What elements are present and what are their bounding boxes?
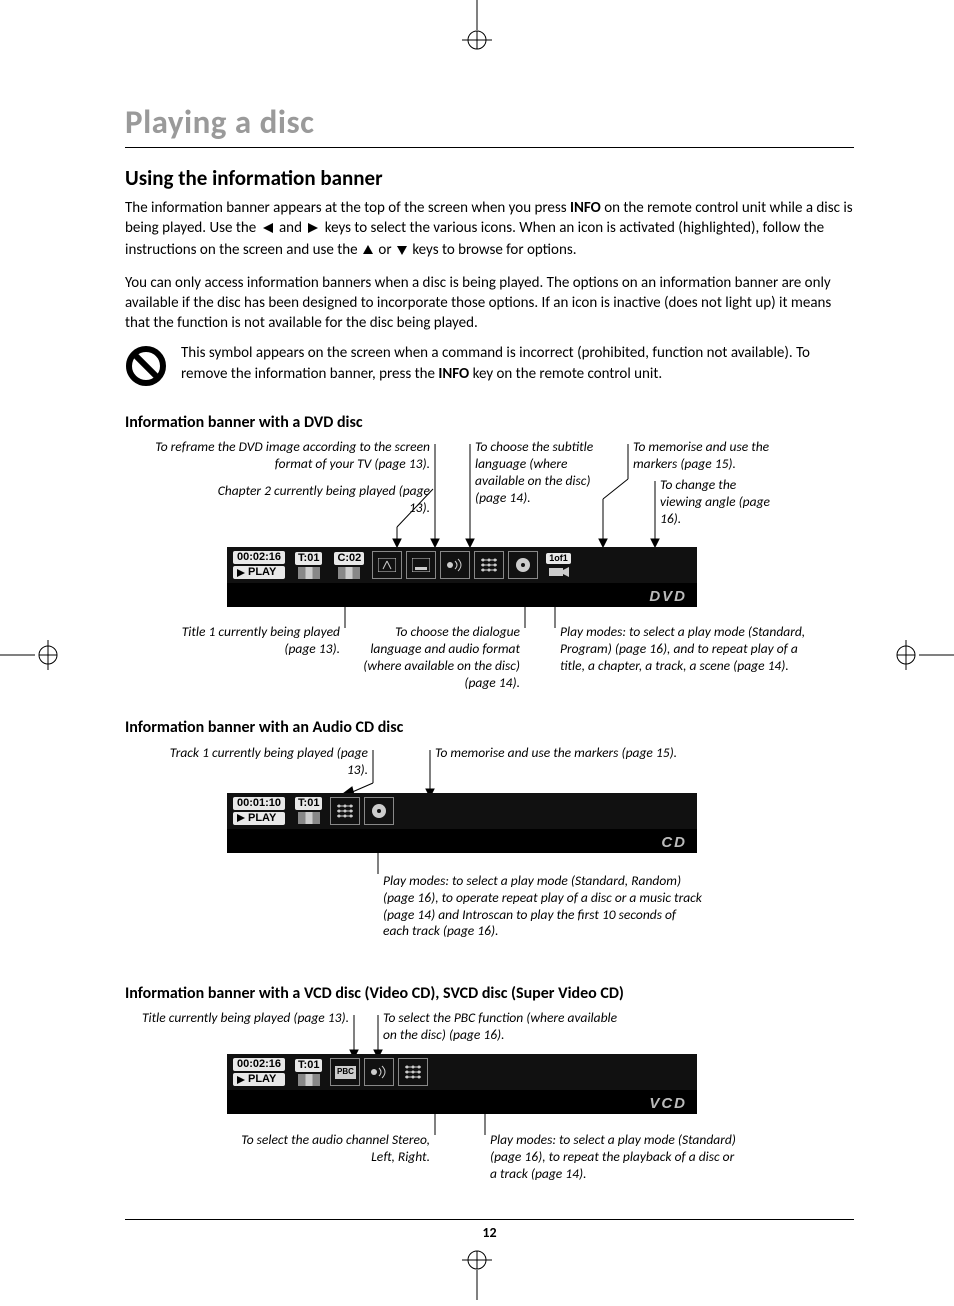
intro-para-1: The information banner appears at the to…: [125, 198, 854, 263]
vcd-subhead: Information banner with a VCD disc (Vide…: [125, 983, 854, 1005]
text: key on the remote control unit.: [469, 365, 662, 383]
flag-icon: [298, 1074, 320, 1086]
crop-mark-top: [462, 0, 492, 50]
cd-subhead: Information banner with an Audio CD disc: [125, 717, 854, 739]
cd-banner-top: 00:01:10 PLAY T:01: [227, 793, 697, 829]
flag-icon: [298, 567, 320, 579]
crop-mark-right: [894, 640, 954, 670]
dvd-time: 00:02:16: [233, 551, 285, 564]
callout-lines: [125, 439, 855, 559]
vcd-title-chip: T:01: [295, 1059, 322, 1072]
text: keys to browse for options.: [412, 241, 576, 259]
crop-mark-left: [0, 640, 60, 670]
audio-icon: [440, 551, 470, 579]
info-key: INFO: [570, 199, 601, 217]
tv-format-icon: [372, 551, 402, 579]
arrow-right-icon: [306, 220, 320, 240]
arrow-up-icon: [362, 242, 374, 262]
cd-time: 00:01:10: [233, 797, 285, 810]
text: or: [378, 241, 395, 259]
marker-disc-icon: [364, 797, 394, 825]
text: The information banner appears at the to…: [125, 199, 570, 217]
dvd-status-label: PLAY: [248, 567, 276, 578]
prohibited-icon: [125, 343, 167, 393]
arrow-down-icon: [396, 242, 408, 262]
playmode-dots-icon: [330, 797, 360, 825]
callout-lines: [125, 1090, 855, 1140]
dvd-banner-top: 00:02:16 PLAY T:01 C:02 1of1: [227, 547, 697, 583]
callout-lines: [125, 583, 855, 633]
info-key: INFO: [438, 365, 469, 383]
page-number: 12: [125, 1224, 854, 1243]
callout-lines: [125, 829, 855, 879]
subtitle-icon: [406, 551, 436, 579]
text: and: [279, 219, 305, 237]
playmode-dots-icon: [398, 1058, 428, 1086]
dvd-angle-label: 1of1: [546, 553, 571, 564]
note-text: This symbol appears on the screen when a…: [181, 343, 854, 384]
dvd-subhead: Information banner with a DVD disc: [125, 412, 854, 434]
callout-playmodes-cd: Play modes: to select a play mode (Stand…: [383, 873, 703, 941]
flag-icon: [298, 812, 320, 824]
audio-icon: [364, 1058, 394, 1086]
cd-title-chip: T:01: [295, 797, 322, 810]
arrow-left-icon: [261, 220, 275, 240]
vcd-status-label: PLAY: [248, 1074, 276, 1085]
pbc-label: PBC: [335, 1066, 356, 1079]
dvd-status: PLAY: [233, 566, 285, 579]
vcd-status: PLAY: [233, 1073, 285, 1086]
cd-status: PLAY: [233, 812, 285, 825]
crop-mark-bottom: [462, 1250, 492, 1300]
pbc-icon: PBC: [330, 1058, 360, 1086]
dvd-chapter-chip: C:02: [334, 552, 364, 565]
dvd-title-chip: T:01: [295, 552, 322, 565]
vcd-banner-top: 00:02:16 PLAY T:01 PBC: [227, 1054, 697, 1090]
callout-dialogue: To choose the dialogue language and audi…: [350, 624, 520, 692]
page-title: Playing a disc: [125, 100, 854, 148]
section-heading: Using the information banner: [125, 164, 854, 192]
camera-icon: [548, 566, 570, 578]
flag-icon: [338, 567, 360, 579]
playmode-dots-icon: [474, 551, 504, 579]
cd-status-label: PLAY: [248, 813, 276, 824]
marker-disc-icon: [508, 551, 538, 579]
vcd-time: 00:02:16: [233, 1058, 285, 1071]
intro-para-2: You can only access information banners …: [125, 273, 854, 334]
